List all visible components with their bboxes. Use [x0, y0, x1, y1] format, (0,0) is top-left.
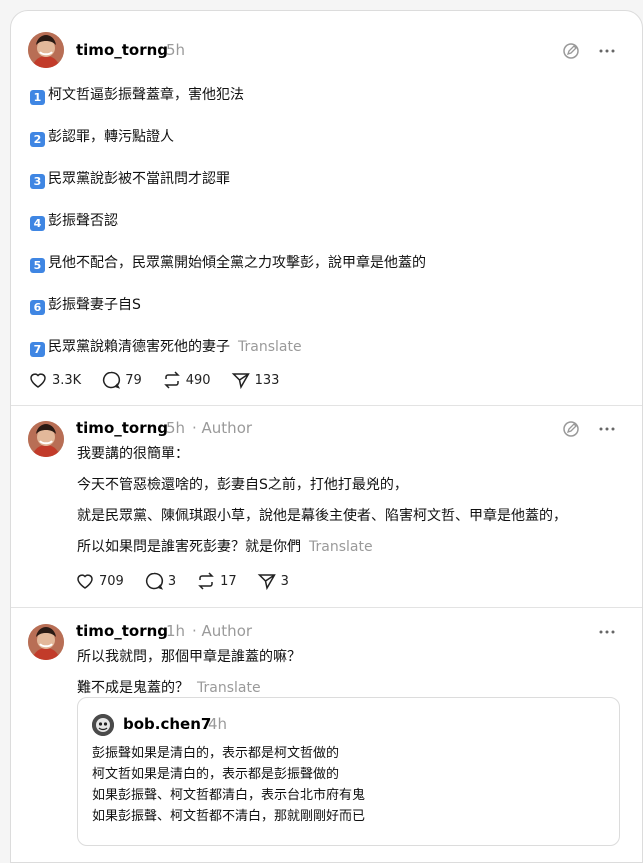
edit-icon[interactable] — [562, 420, 580, 438]
quoted-line-4: 如果彭振聲、柯文哲都不清白，那就剛剛好而已 — [92, 809, 366, 824]
avatar[interactable] — [28, 32, 64, 68]
share-button[interactable]: 133 — [231, 370, 280, 390]
translate-link[interactable]: Translate — [197, 680, 261, 696]
number-badge: 4 — [30, 216, 45, 231]
post-line-5: 5 見他不配合，民眾黨開始傾全黨之力攻擊彭，說甲章是他蓋的 — [30, 252, 426, 273]
send-icon — [257, 574, 276, 591]
quoted-avatar[interactable] — [92, 714, 114, 736]
repost-count: 17 — [220, 573, 237, 589]
post-line-3: 3 民眾黨說彭被不當訊問才認罪 — [30, 168, 230, 189]
reply-line-2: 難不成是鬼蓋的？ Translate — [77, 680, 261, 696]
reply-line-4: 所以如果問是誰害死彭妻？就是你們 Translate — [77, 539, 373, 555]
like-count: 709 — [99, 573, 124, 589]
repost-icon — [163, 371, 180, 389]
comment-button[interactable]: 3 — [144, 571, 176, 591]
comment-count: 79 — [125, 372, 142, 388]
number-badge: 3 — [30, 174, 45, 189]
like-button[interactable]: 709 — [75, 571, 124, 591]
share-count: 3 — [280, 573, 289, 589]
reply-line-3: 就是民眾黨、陳佩琪跟小草，說他是幕後主使者、陷害柯文哲、甲章是他蓋的， — [77, 508, 567, 524]
more-options-icon[interactable] — [598, 420, 616, 438]
post-line-7: 7 民眾黨說賴清德害死他的妻子 Translate — [30, 336, 302, 357]
number-badge: 6 — [30, 300, 45, 315]
send-icon — [231, 373, 250, 390]
quoted-line-3: 如果彭振聲、柯文哲都清白，表示台北市府有鬼 — [92, 788, 366, 803]
number-badge: 7 — [30, 342, 45, 357]
post-time[interactable]: 5h — [166, 419, 185, 437]
like-count: 3.3K — [52, 372, 82, 388]
translate-link[interactable]: Translate — [238, 339, 302, 355]
quoted-post[interactable]: bob.chen7 4h 彭振聲如果是清白的，表示都是柯文哲做的 柯文哲如果是清… — [77, 697, 620, 846]
reply-line-1: 所以我就問，那個甲章是誰蓋的嘛？ — [77, 649, 301, 665]
comment-icon — [103, 371, 121, 389]
translate-link[interactable]: Translate — [309, 539, 373, 555]
number-badge: 1 — [30, 90, 45, 105]
edit-icon[interactable] — [562, 42, 580, 60]
username[interactable]: timo_torng — [76, 419, 168, 437]
share-count: 133 — [254, 372, 280, 388]
username[interactable]: timo_torng — [76, 622, 168, 640]
post-line-2: 2 彭認罪，轉污點證人 — [30, 126, 174, 147]
quoted-time[interactable]: 4h — [208, 715, 227, 733]
post-time[interactable]: 5h — [166, 41, 185, 59]
comment-count: 3 — [167, 573, 177, 589]
avatar[interactable] — [28, 421, 64, 457]
more-options-icon[interactable] — [598, 623, 616, 641]
thread-post-main: timo_torng 5h 1 柯文哲逼彭振聲蓋章，害他犯法 2 彭認罪，轉污點證人… — [11, 11, 642, 406]
thread-reply-1: timo_torng 5h · Author 我要講的很簡單： 今天不管惡檢還啥… — [11, 406, 642, 608]
like-button[interactable]: 3.3K — [28, 370, 81, 390]
reply-line-1: 我要講的很簡單： — [77, 446, 189, 462]
quoted-username[interactable]: bob.chen7 — [123, 715, 211, 733]
number-badge: 2 — [30, 132, 45, 147]
repost-button[interactable]: 490 — [162, 370, 211, 390]
post-time[interactable]: 1h — [166, 622, 185, 640]
post-actions: 3.3K 79 490 133 — [28, 370, 299, 390]
post-line-4: 4 彭振聲否認 — [30, 210, 118, 231]
comment-icon — [145, 572, 163, 590]
heart-icon — [30, 373, 46, 388]
author-label: · Author — [192, 622, 253, 640]
number-badge: 5 — [30, 258, 45, 273]
repost-button[interactable]: 17 — [196, 571, 237, 591]
thread-card: timo_torng 5h 1 柯文哲逼彭振聲蓋章，害他犯法 2 彭認罪，轉污點證人… — [10, 10, 643, 863]
heart-icon — [77, 574, 93, 589]
repost-count: 490 — [185, 372, 211, 388]
username[interactable]: timo_torng — [76, 41, 168, 59]
quoted-line-1: 彭振聲如果是清白的，表示都是柯文哲做的 — [92, 746, 340, 761]
quoted-line-2: 柯文哲如果是清白的，表示都是彭振聲做的 — [92, 767, 340, 782]
share-button[interactable]: 3 — [257, 571, 289, 591]
post-actions: 709 3 17 3 — [75, 571, 309, 591]
repost-icon — [198, 572, 214, 590]
post-line-6: 6 彭振聲妻子自S — [30, 294, 141, 315]
avatar[interactable] — [28, 624, 64, 660]
more-options-icon[interactable] — [598, 42, 616, 60]
comment-button[interactable]: 79 — [101, 370, 142, 390]
reply-line-2: 今天不管惡檢還啥的，彭妻自S之前，打他打最兇的， — [77, 477, 408, 493]
author-label: · Author — [192, 419, 253, 437]
post-line-1: 1 柯文哲逼彭振聲蓋章，害他犯法 — [30, 84, 244, 105]
